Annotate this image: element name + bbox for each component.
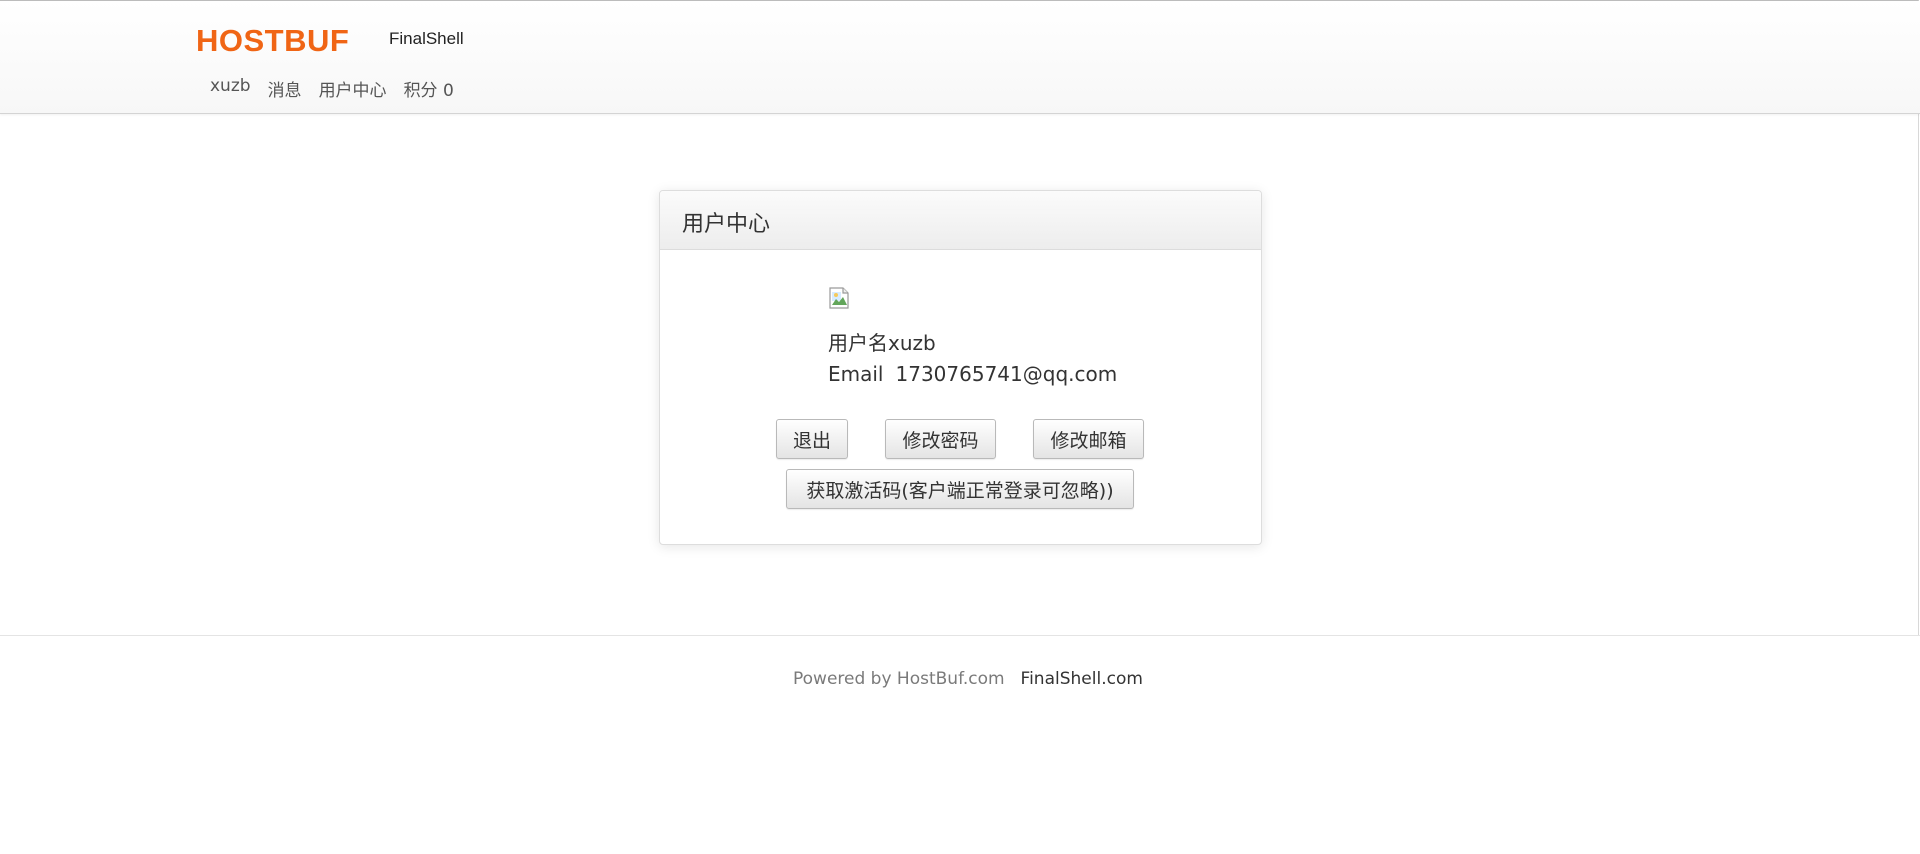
top-navigation-bar: HOSTBUF FinalShell xuzb 消息 用户中心 积分 0	[0, 1, 1920, 114]
messages-link[interactable]: 消息	[268, 76, 302, 101]
change-email-button[interactable]: 修改邮箱	[1033, 419, 1144, 459]
email-value: 1730765741@qq.com	[895, 362, 1118, 386]
panel-header: 用户中心	[660, 191, 1261, 250]
logout-button[interactable]: 退出	[776, 419, 848, 459]
get-activation-code-button[interactable]: 获取激活码(客户端正常登录可忽略))	[786, 469, 1134, 509]
footer: Powered by HostBuf.com FinalShell.com	[0, 635, 1920, 854]
user-navigation: xuzb 消息 用户中心 积分 0	[210, 76, 454, 101]
user-center-link[interactable]: 用户中心	[319, 76, 387, 101]
email-label: Email	[828, 362, 884, 386]
username-info: 用户名xuzb	[828, 331, 936, 355]
change-password-button[interactable]: 修改密码	[885, 419, 996, 459]
finalshell-link[interactable]: FinalShell	[389, 29, 464, 49]
username-link[interactable]: xuzb	[210, 76, 251, 101]
email-info: Email 1730765741@qq.com	[828, 362, 1117, 386]
points-link[interactable]: 积分 0	[404, 76, 454, 101]
broken-image-icon	[829, 287, 849, 309]
powered-by-text: Powered by HostBuf.com	[793, 669, 1005, 689]
footer-text: Powered by HostBuf.com FinalShell.com	[793, 669, 1143, 689]
hostbuf-logo-link[interactable]: HOSTBUF	[196, 23, 349, 59]
user-center-panel: 用户中心 用户名xuzb Email 1730765741@qq.com 退出 修…	[659, 190, 1262, 545]
finalshell-footer-link[interactable]: FinalShell.com	[1021, 669, 1143, 689]
panel-title: 用户中心	[682, 212, 771, 237]
